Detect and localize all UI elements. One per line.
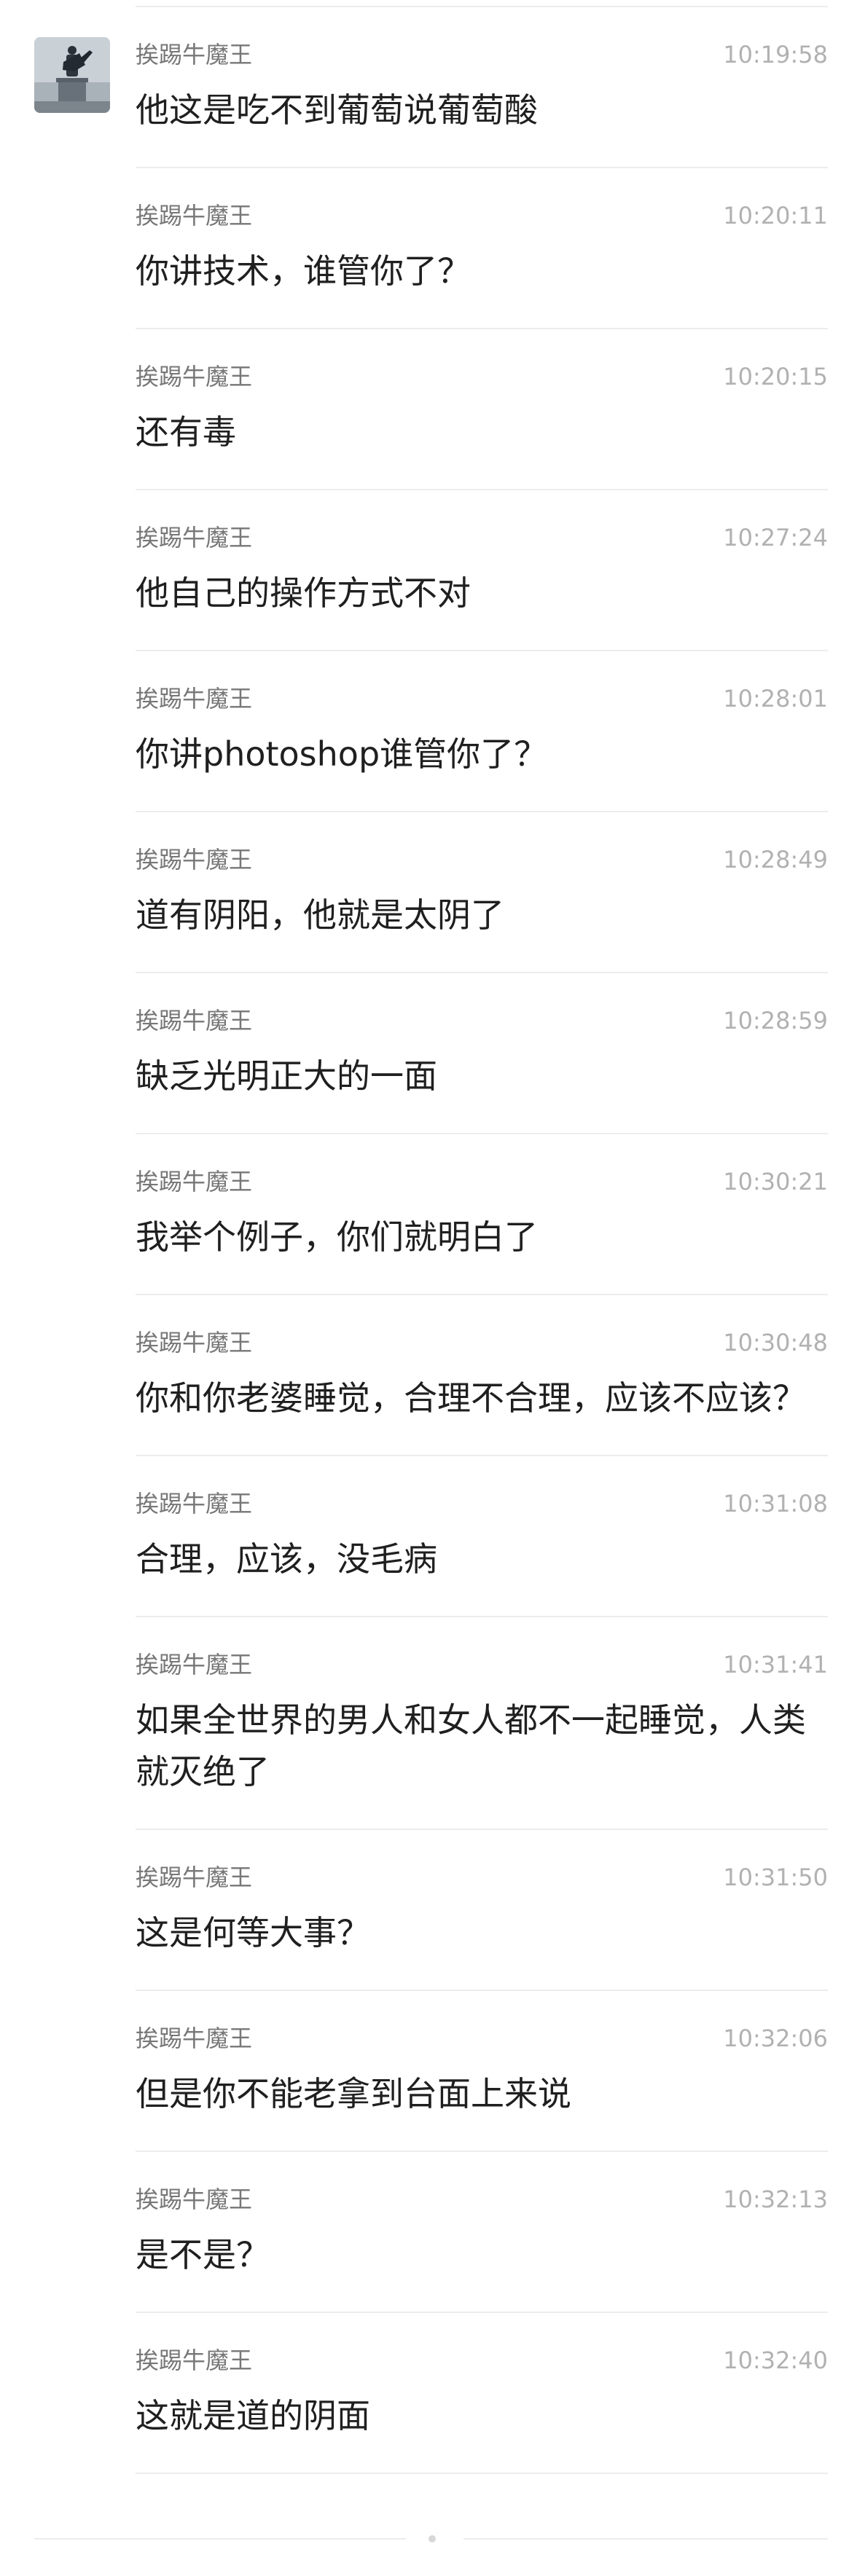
- message-list: 挨踢牛魔王 10:19:58 他这是吃不到葡萄说葡萄酸 挨踢牛魔王 10:20:…: [0, 7, 857, 2474]
- message-item[interactable]: 挨踢牛魔王 10:30:21 我举个例子，你们就明白了: [136, 1134, 828, 1295]
- message-time: 10:28:49: [723, 846, 828, 873]
- message-item[interactable]: 挨踢牛魔王 10:28:49 道有阴阳，他就是太阴了: [136, 812, 828, 973]
- sender-name: 挨踢牛魔王: [136, 2186, 253, 2213]
- message-header: 挨踢牛魔王 10:30:21: [136, 1134, 828, 1195]
- message-time: 10:32:13: [723, 2186, 828, 2213]
- message-time: 10:27:24: [723, 524, 828, 551]
- message-time: 10:20:15: [723, 363, 828, 390]
- message-header: 挨踢牛魔王 10:30:48: [136, 1295, 828, 1356]
- message-item[interactable]: 挨踢牛魔王 10:32:06 但是你不能老拿到台面上来说: [136, 1991, 828, 2152]
- message-item[interactable]: 挨踢牛魔王 10:31:41 如果全世界的男人和女人都不一起睡觉，人类就灭绝了: [136, 1617, 828, 1830]
- message-time: 10:31:08: [723, 1490, 828, 1517]
- message-text: 你讲photoshop谁管你了？: [136, 734, 548, 774]
- sender-name: 挨踢牛魔王: [136, 685, 253, 712]
- sender-name: 挨踢牛魔王: [136, 846, 253, 873]
- bottom-indicator-dot: [428, 2535, 436, 2542]
- message-header: 挨踢牛魔王 10:31:08: [136, 1456, 828, 1517]
- sender-name: 挨踢牛魔王: [136, 2347, 253, 2374]
- message-item[interactable]: 挨踢牛魔王 10:32:40 这就是道的阴面: [136, 2313, 828, 2474]
- message-header: 挨踢牛魔王 10:20:11: [136, 168, 828, 229]
- message-text: 如果全世界的男人和女人都不一起睡觉，人类就灭绝了: [136, 1700, 806, 1791]
- message-text: 你讲技术，谁管你了？: [136, 251, 471, 291]
- message-item[interactable]: 挨踢牛魔王 10:19:58 他这是吃不到葡萄说葡萄酸: [136, 7, 828, 168]
- message-text: 我举个例子，你们就明白了: [136, 1217, 538, 1257]
- message-text: 道有阴阳，他就是太阴了: [136, 895, 504, 935]
- message-text: 这就是道的阴面: [136, 2396, 370, 2435]
- message-header: 挨踢牛魔王 10:28:01: [136, 651, 828, 712]
- message-header: 挨踢牛魔王 10:32:06: [136, 1991, 828, 2052]
- sender-name: 挨踢牛魔王: [136, 1864, 253, 1891]
- message-time: 10:31:50: [723, 1864, 828, 1891]
- message-item[interactable]: 挨踢牛魔王 10:28:01 你讲photoshop谁管你了？: [136, 651, 828, 812]
- sender-name: 挨踢牛魔王: [136, 1007, 253, 1034]
- message-text: 你和你老婆睡觉，合理不合理，应该不应该？: [136, 1378, 806, 1418]
- message-item[interactable]: 挨踢牛魔王 10:31:50 这是何等大事？: [136, 1830, 828, 1991]
- sender-name: 挨踢牛魔王: [136, 363, 253, 390]
- message-time: 10:19:58: [723, 41, 828, 68]
- message-header: 挨踢牛魔王 10:31:41: [136, 1617, 828, 1678]
- message-item[interactable]: 挨踢牛魔王 10:31:08 合理，应该，没毛病: [136, 1456, 828, 1617]
- message-item[interactable]: 挨踢牛魔王 10:27:24 他自己的操作方式不对: [136, 490, 828, 651]
- message-text: 还有毒: [136, 412, 236, 452]
- message-header: 挨踢牛魔王 10:20:15: [136, 329, 828, 390]
- message-item[interactable]: 挨踢牛魔王 10:20:15 还有毒: [136, 329, 828, 490]
- message-text: 缺乏光明正大的一面: [136, 1056, 437, 1096]
- message-text: 这是何等大事？: [136, 1913, 370, 1952]
- sender-name: 挨踢牛魔王: [136, 1329, 253, 1356]
- message-header: 挨踢牛魔王 10:31:50: [136, 1830, 828, 1891]
- sender-name: 挨踢牛魔王: [136, 2025, 253, 2052]
- message-time: 10:20:11: [723, 202, 828, 229]
- message-item[interactable]: 挨踢牛魔王 10:28:59 缺乏光明正大的一面: [136, 973, 828, 1134]
- message-item[interactable]: 挨踢牛魔王 10:30:48 你和你老婆睡觉，合理不合理，应该不应该？: [136, 1295, 828, 1456]
- message-time: 10:32:40: [723, 2347, 828, 2374]
- message-header: 挨踢牛魔王 10:28:59: [136, 973, 828, 1034]
- bottom-divider-left: [34, 2538, 406, 2540]
- message-time: 10:32:06: [723, 2025, 828, 2052]
- sender-name: 挨踢牛魔王: [136, 524, 253, 551]
- message-header: 挨踢牛魔王 10:32:40: [136, 2313, 828, 2374]
- sender-name: 挨踢牛魔王: [136, 1168, 253, 1195]
- message-time: 10:30:21: [723, 1168, 828, 1195]
- message-text: 合理，应该，没毛病: [136, 1539, 437, 1579]
- message-text: 他自己的操作方式不对: [136, 573, 471, 613]
- sender-name: 挨踢牛魔王: [136, 1651, 253, 1678]
- message-time: 10:31:41: [723, 1651, 828, 1678]
- message-text: 但是你不能老拿到台面上来说: [136, 2074, 571, 2113]
- message-item[interactable]: 挨踢牛魔王 10:32:13 是不是？: [136, 2152, 828, 2313]
- message-item[interactable]: 挨踢牛魔王 10:20:11 你讲技术，谁管你了？: [136, 168, 828, 329]
- message-header: 挨踢牛魔王 10:19:58: [136, 7, 828, 68]
- message-time: 10:28:01: [723, 685, 828, 712]
- message-text: 他这是吃不到葡萄说葡萄酸: [136, 90, 538, 130]
- bottom-divider-right: [463, 2538, 828, 2540]
- message-time: 10:28:59: [723, 1007, 828, 1034]
- message-text: 是不是？: [136, 2235, 270, 2274]
- message-header: 挨踢牛魔王 10:32:13: [136, 2152, 828, 2213]
- message-header: 挨踢牛魔王 10:27:24: [136, 490, 828, 551]
- sender-name: 挨踢牛魔王: [136, 41, 253, 68]
- sender-name: 挨踢牛魔王: [136, 1490, 253, 1517]
- message-header: 挨踢牛魔王 10:28:49: [136, 812, 828, 873]
- message-time: 10:30:48: [723, 1329, 828, 1356]
- sender-name: 挨踢牛魔王: [136, 202, 253, 229]
